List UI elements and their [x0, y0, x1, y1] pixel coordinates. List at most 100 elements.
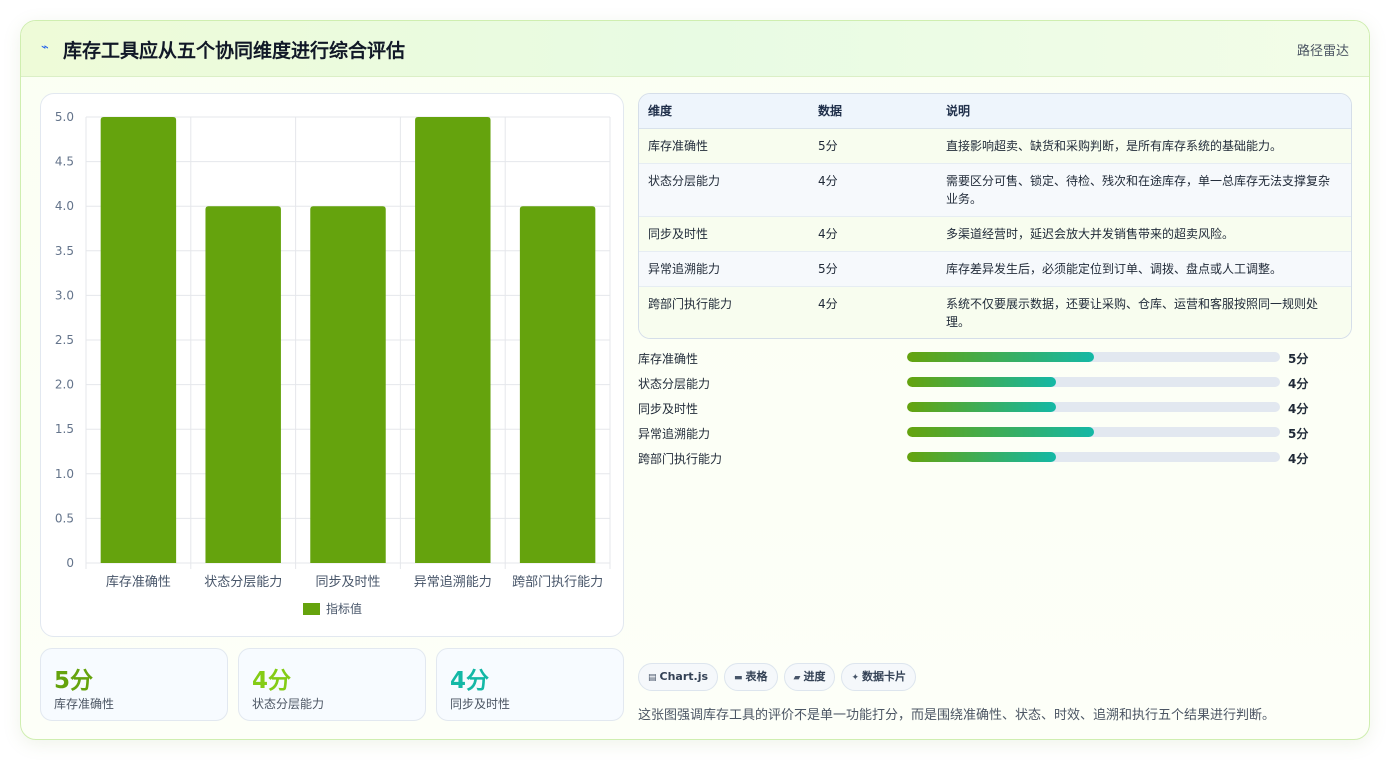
progress-fill — [907, 377, 1057, 387]
table-icon: ▬ — [734, 673, 743, 683]
x-tick-label: 库存准确性 — [106, 574, 171, 590]
tag-chips: ▤ Chart.js ▬ 表格 ▰ 进度 ✦ 数据卡片 — [638, 663, 922, 693]
x-tick-label: 异常追溯能力 — [414, 574, 492, 590]
chip-sparkle[interactable]: ✦ 数据卡片 — [841, 663, 917, 691]
progress-row: 库存准确性 5分 — [638, 346, 1338, 371]
bar-chart-svg: 0 0.5 1.0 1.5 2.0 2.5 3.0 3.5 4.0 4.5 5.0 库存准确性 状态分层… — [55, 110, 611, 616]
table-cell: 库存准确性 — [639, 128, 809, 164]
progress-value: 5分 — [1288, 352, 1309, 366]
x-tick-label: 状态分层能力 — [204, 575, 282, 590]
legend-label: 指标值 — [326, 601, 362, 616]
progress-fill — [907, 402, 1057, 412]
bar-chart: 0 0.5 1.0 1.5 2.0 2.5 3.0 3.5 4.0 4.5 5.0 库存准确性 状态分层… — [40, 93, 624, 637]
kpi-value: 5分 — [54, 668, 94, 694]
table-row: 库存准确性 5分 直接影响超卖、缺货和采购判断，是所有库存系统的基础能力。 — [639, 128, 1351, 164]
table-cell: 库存差异发生后，必须能定位到订单、调拨、盘点或人工调整。 — [937, 251, 1351, 287]
bar-4 — [415, 117, 491, 563]
progress-track — [907, 402, 1280, 412]
progress-label: 库存准确性 — [638, 352, 699, 366]
progress-label: 同步及时性 — [638, 402, 699, 416]
kpi-value: 4分 — [450, 668, 490, 694]
y-tick-label: 1.5 — [55, 422, 74, 436]
page-title: 库存工具应从五个协同维度进行综合评估 — [63, 40, 406, 62]
chart-icon: ▤ — [648, 673, 657, 683]
table-header-row: 维度 数据 说明 — [639, 94, 1351, 129]
table-cell: 状态分层能力 — [639, 163, 809, 217]
y-tick-label: 0.5 — [55, 511, 74, 525]
bar-2 — [205, 206, 281, 563]
table-cell: 异常追溯能力 — [639, 251, 809, 287]
bar-5 — [519, 206, 596, 563]
bar-1 — [100, 117, 177, 563]
table-cell: 直接影响超卖、缺货和采购判断，是所有库存系统的基础能力。 — [937, 128, 1351, 164]
kpi-value: 4分 — [252, 668, 292, 694]
card-header: ⌁ 库存工具应从五个协同维度进行综合评估 路径雷达 — [21, 21, 1369, 77]
progress-label: 状态分层能力 — [638, 377, 711, 391]
progress-fill — [907, 352, 1094, 362]
progress-value: 5分 — [1288, 427, 1309, 441]
header-tag: 路径雷达 — [1296, 44, 1349, 59]
chip-label: 进度 — [803, 670, 826, 683]
y-tick-label: 4.0 — [55, 199, 74, 213]
column-header: 数据 — [809, 94, 937, 129]
progress-fill — [907, 427, 1094, 437]
progress-row: 状态分层能力 4分 — [638, 371, 1338, 396]
table-cell: 需要区分可售、锁定、待检、残次和在途库存，单一总库存无法支撑复杂业务。 — [937, 163, 1351, 217]
bar-3 — [310, 206, 386, 563]
dimension-table: 维度 数据 说明 库存准确性 5分 直接影响超卖、缺货和采购判断，是所有库存系统的基… — [638, 93, 1352, 339]
progress-fill — [907, 452, 1057, 462]
y-tick-label: 1.0 — [55, 467, 74, 481]
table-cell: 4分 — [809, 163, 937, 217]
progress-list: 库存准确性 5分 状态分层能力 4分 同步及时性 4分 异常追溯能力 5分 跨部门执行能力 4分 — [638, 346, 1338, 471]
x-tick-label: 跨部门执行能力 — [512, 575, 603, 590]
y-tick-label: 4.5 — [55, 155, 74, 169]
column-header: 说明 — [937, 94, 1351, 129]
lightning-icon: ⌁ — [41, 40, 49, 55]
chip-label: Chart.js — [659, 670, 709, 683]
legend-swatch — [303, 603, 320, 615]
y-tick-label: 2.5 — [55, 333, 74, 347]
chip-table[interactable]: ▬ 表格 — [724, 663, 778, 691]
table-cell: 系统不仅要展示数据，还要让采购、仓库、运营和客服按照同一规则处理。 — [937, 286, 1351, 338]
progress-row: 同步及时性 4分 — [638, 396, 1338, 421]
table-cell: 4分 — [809, 286, 937, 338]
table-cell: 跨部门执行能力 — [639, 286, 809, 338]
progress-value: 4分 — [1288, 377, 1309, 391]
sparkle-icon: ✦ — [851, 673, 860, 683]
table-row: 跨部门执行能力 4分 系统不仅要展示数据，还要让采购、仓库、运营和客服按照同一规则处… — [639, 286, 1351, 338]
table-row: 状态分层能力 4分 需要区分可售、锁定、待检、残次和在途库存，单一总库存无法支撑复杂… — [639, 163, 1351, 217]
column-header: 维度 — [639, 94, 809, 129]
kpi-card: 4分同步及时性 — [436, 648, 624, 721]
kpi-label: 库存准确性 — [54, 697, 115, 711]
progress-row: 异常追溯能力 5分 — [638, 421, 1338, 446]
x-tick-label: 同步及时性 — [315, 575, 380, 590]
y-tick-label: 3.0 — [55, 288, 74, 302]
table-cell: 多渠道经营时，延迟会放大并发销售带来的超卖风险。 — [937, 216, 1351, 252]
table-cell: 同步及时性 — [639, 216, 809, 252]
caption-text: 这张图强调库存工具的评价不是单一功能打分，而是围绕准确性、状态、时效、追溯和执行… — [638, 708, 1276, 723]
progress-track — [907, 427, 1280, 437]
kpi-card: 4分状态分层能力 — [238, 648, 426, 721]
kpi-label: 状态分层能力 — [252, 697, 325, 711]
progress-row: 跨部门执行能力 4分 — [638, 446, 1338, 471]
progress-track — [907, 452, 1280, 462]
kpi-card: 5分库存准确性 — [40, 648, 228, 721]
table-cell: 5分 — [809, 128, 937, 164]
chip-chart[interactable]: ▤ Chart.js — [638, 663, 719, 691]
chip-label: 表格 — [745, 670, 768, 683]
table-row: 异常追溯能力 5分 库存差异发生后，必须能定位到订单、调拨、盘点或人工调整。 — [639, 251, 1351, 287]
progress-label: 跨部门执行能力 — [638, 452, 723, 466]
y-tick-label: 5.0 — [55, 110, 74, 124]
progress-track — [907, 352, 1280, 362]
progress-value: 4分 — [1288, 452, 1309, 466]
progress-track — [907, 377, 1280, 387]
progress-label: 异常追溯能力 — [638, 427, 711, 441]
kpi-label: 同步及时性 — [450, 697, 511, 711]
table-cell: 5分 — [809, 251, 937, 287]
report-card: ⌁ 库存工具应从五个协同维度进行综合评估 路径雷达 0 0.5 1.0 1.5 2.0 2… — [20, 20, 1370, 740]
table-cell: 4分 — [809, 216, 937, 252]
y-tick-label: 0 — [66, 556, 74, 570]
table-row: 同步及时性 4分 多渠道经营时，延迟会放大并发销售带来的超卖风险。 — [639, 216, 1351, 252]
chip-progress[interactable]: ▰ 进度 — [783, 663, 836, 691]
chip-label: 数据卡片 — [862, 670, 907, 683]
